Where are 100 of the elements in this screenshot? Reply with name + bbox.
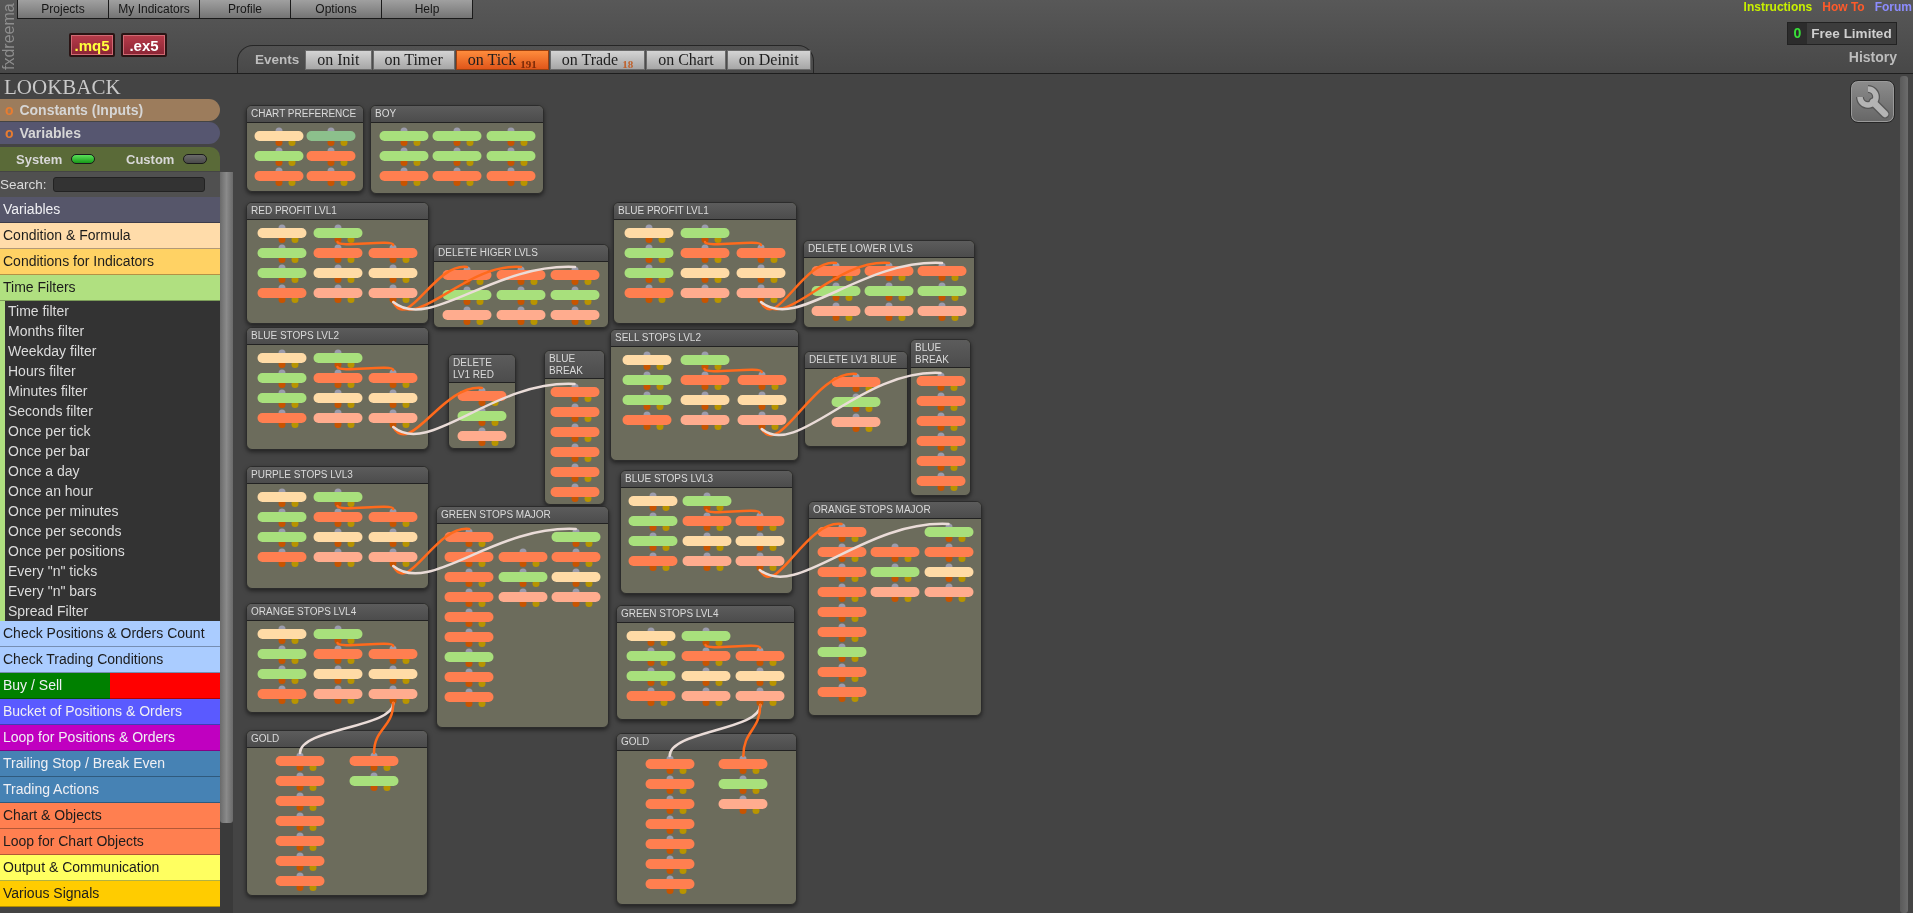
block-node[interactable] (644, 855, 695, 875)
block-list-item[interactable]: Hours filter (5, 361, 220, 381)
block-list-item[interactable]: Spread Filter (5, 601, 220, 621)
block-node[interactable] (457, 427, 507, 447)
block-group[interactable]: RED PROFIT LVL1 (246, 202, 429, 324)
block-node[interactable] (550, 568, 601, 588)
block-node[interactable] (923, 543, 974, 563)
event-tab[interactable]: on Tick $_{191}$ (455, 50, 549, 70)
block-node[interactable] (816, 563, 867, 583)
category-item[interactable]: Check Trading Conditions (0, 647, 220, 673)
block-node[interactable] (275, 752, 325, 772)
block-node[interactable] (736, 244, 786, 264)
block-group[interactable]: BLUE STOPS LVL2 (246, 327, 429, 450)
block-group[interactable]: DELETE LV1 RED (448, 354, 516, 449)
block-group[interactable]: GREEN STOPS MAJOR (436, 506, 609, 728)
block-node[interactable] (368, 244, 419, 264)
category-item[interactable]: Conditions for Indicators (0, 249, 220, 275)
block-group[interactable]: DELETE LV1 BLUE (804, 351, 908, 447)
block-node[interactable] (917, 282, 967, 302)
block-node[interactable] (312, 548, 363, 568)
block-node[interactable] (816, 583, 867, 603)
block-node[interactable] (644, 795, 695, 815)
block-node[interactable] (681, 492, 732, 512)
block-node[interactable] (368, 508, 419, 528)
block-node[interactable] (628, 552, 679, 572)
block-node[interactable] (444, 588, 495, 608)
block-node[interactable] (831, 393, 881, 413)
plan-button[interactable]: 0 Free Limited (1787, 22, 1897, 45)
block-group[interactable]: BLUE BREAK (544, 350, 605, 505)
block-list-item[interactable]: Months filter (5, 321, 220, 341)
block-node[interactable] (680, 647, 731, 667)
block-node[interactable] (915, 372, 966, 392)
block-list-item[interactable]: Once per tick (5, 421, 220, 441)
block-node[interactable] (550, 548, 601, 568)
block-node[interactable] (368, 548, 419, 568)
block-node[interactable] (549, 383, 600, 403)
block-node[interactable] (275, 812, 325, 832)
block-node[interactable] (349, 752, 399, 772)
block-node[interactable] (915, 412, 966, 432)
block-node[interactable] (275, 872, 325, 892)
block-node[interactable] (550, 306, 600, 326)
block-node[interactable] (624, 244, 674, 264)
block-node[interactable] (444, 528, 495, 548)
block-node[interactable] (816, 643, 867, 663)
block-node[interactable] (628, 492, 679, 512)
block-node[interactable] (485, 127, 536, 147)
block-group[interactable]: BOY (370, 105, 544, 194)
block-node[interactable] (444, 548, 495, 568)
block-node[interactable] (735, 647, 786, 667)
nav-link[interactable]: Instructions (1743, 0, 1813, 15)
block-node[interactable] (275, 772, 325, 792)
block-node[interactable] (312, 685, 363, 705)
block-node[interactable] (734, 532, 785, 552)
block-node[interactable] (253, 127, 304, 147)
block-node[interactable] (549, 483, 600, 503)
block-node[interactable] (680, 244, 730, 264)
block-node[interactable] (312, 488, 363, 508)
section-header[interactable]: o Variables (0, 122, 220, 144)
block-node[interactable] (312, 244, 363, 264)
block-node[interactable] (622, 411, 673, 431)
block-node[interactable] (485, 167, 536, 187)
block-node[interactable] (816, 663, 867, 683)
block-node[interactable] (312, 625, 363, 645)
block-node[interactable] (680, 627, 731, 647)
block-node[interactable] (624, 284, 674, 304)
block-node[interactable] (550, 588, 601, 608)
toggle-switch[interactable] (183, 154, 208, 164)
block-node[interactable] (306, 147, 357, 167)
block-node[interactable] (718, 795, 769, 815)
block-node[interactable] (256, 625, 307, 645)
block-node[interactable] (622, 371, 673, 391)
block-node[interactable] (622, 391, 673, 411)
block-node[interactable] (628, 512, 679, 532)
block-node[interactable] (816, 523, 867, 543)
block-node[interactable] (457, 407, 507, 427)
block-list-item[interactable]: Once per minutes (5, 501, 220, 521)
block-group[interactable]: GREEN STOPS LVL4 (616, 605, 795, 720)
block-node[interactable] (312, 645, 363, 665)
search-field[interactable] (52, 177, 205, 192)
block-node[interactable] (923, 583, 974, 603)
block-node[interactable] (681, 512, 732, 532)
block-node[interactable] (816, 603, 867, 623)
block-node[interactable] (444, 628, 495, 648)
block-node[interactable] (444, 568, 495, 588)
block-node[interactable] (915, 472, 966, 492)
block-node[interactable] (816, 543, 867, 563)
block-node[interactable] (550, 266, 600, 286)
block-node[interactable] (625, 647, 676, 667)
menu-button[interactable]: My Indicators (108, 0, 200, 19)
block-node[interactable] (256, 508, 307, 528)
block-node[interactable] (811, 262, 861, 282)
category-item[interactable]: Trailing Stop / Break Even (0, 751, 220, 777)
block-list-item[interactable]: Once per seconds (5, 521, 220, 541)
block-node[interactable] (312, 224, 363, 244)
block-node[interactable] (625, 627, 676, 647)
block-group[interactable]: GOLD (246, 730, 428, 896)
block-list-item[interactable]: Every "n" bars (5, 581, 220, 601)
category-item[interactable]: Various Signals (0, 881, 220, 907)
block-node[interactable] (368, 409, 419, 429)
block-node[interactable] (549, 423, 600, 443)
